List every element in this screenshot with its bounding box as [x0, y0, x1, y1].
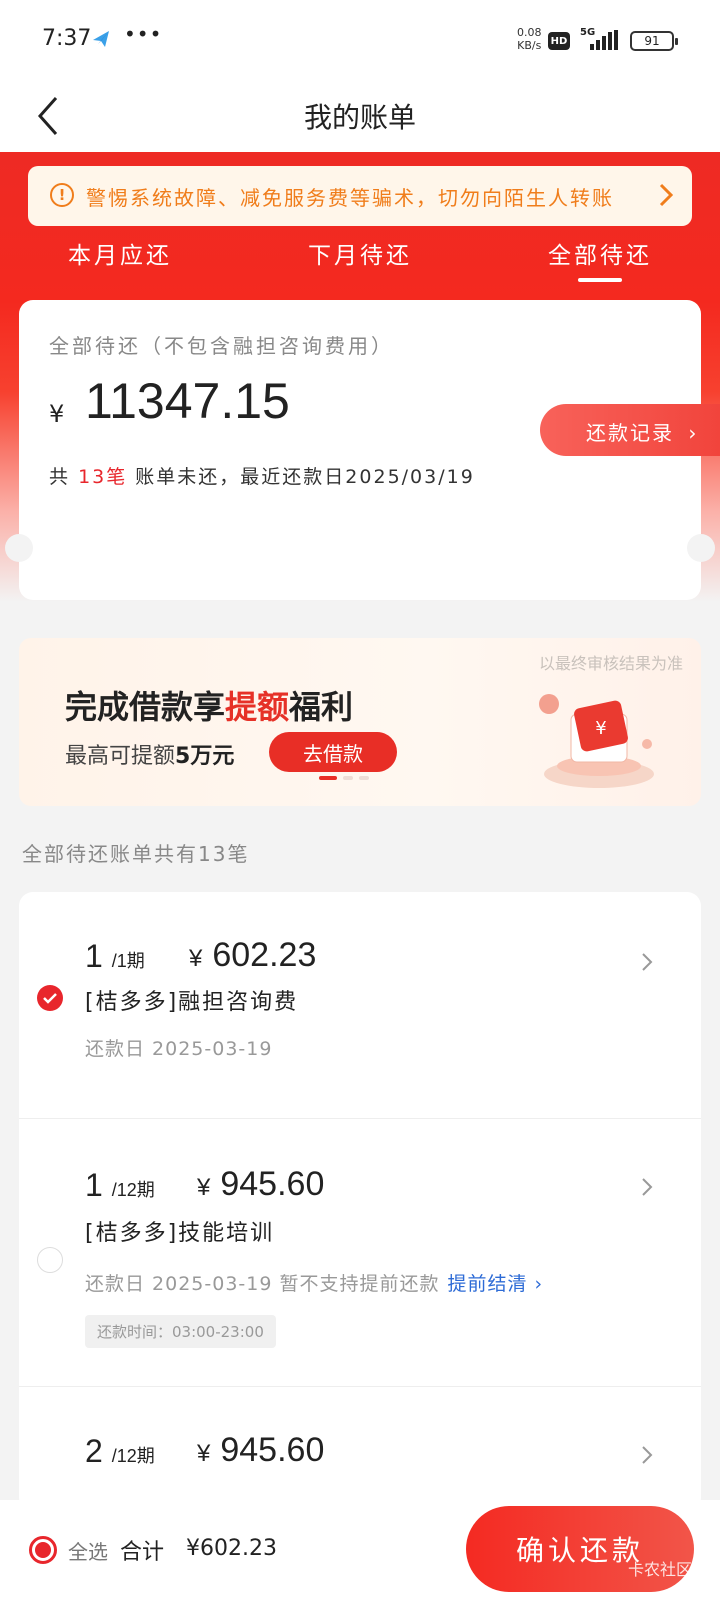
nav-bar: 我的账单 — [0, 82, 720, 152]
chevron-right-icon: › — [688, 421, 699, 445]
tab-this-month[interactable]: 本月应还 — [0, 222, 240, 284]
fraud-warning-text: 警惕系统故障、减免服务费等骗术，切勿向陌生人转账 — [86, 186, 614, 210]
svg-text:¥: ¥ — [595, 718, 606, 739]
card-notch-right — [687, 534, 715, 562]
tab-all-pending[interactable]: 全部待还 — [480, 222, 720, 284]
checkmark-icon — [43, 993, 57, 1004]
page-title: 我的账单 — [303, 101, 416, 134]
tab-next-month[interactable]: 下月待还 — [240, 222, 480, 284]
banner-headline: 完成借款享提额福利 — [65, 688, 354, 726]
repayment-time-tag: 还款时间：03:00-23:00 — [85, 1315, 276, 1348]
more-notifications-icon: ••• — [124, 22, 163, 46]
chevron-right-icon — [642, 1178, 653, 1196]
battery-icon: 91 — [630, 31, 678, 51]
bill-list: 1 /1期 ¥602.23 [桔多多]融担咨询费 还款日 2025-03-19 … — [19, 892, 701, 1512]
warning-icon: ! — [50, 183, 74, 207]
card-notch-left — [5, 534, 33, 562]
chevron-right-icon — [642, 1446, 653, 1464]
fraud-warning-banner[interactable]: ! 警惕系统故障、减免服务费等骗术，切勿向陌生人转账 — [28, 166, 692, 226]
total-pending-amount: 11347.15 — [85, 373, 290, 429]
bill-count: 13笔 — [78, 466, 128, 488]
bill-name: [桔多多]融担咨询费 — [85, 990, 299, 1015]
status-bar: 7:37 ••• 0.08 KB/s HD 5G 91 — [0, 0, 720, 82]
app-notification-icon — [93, 31, 109, 47]
bottom-action-bar: 全选 合计 ¥602.23 确认还款 — [0, 1500, 720, 1600]
network-speed: 0.08 KB/s — [517, 26, 542, 52]
select-all-radio[interactable] — [29, 1536, 57, 1564]
installment-amount: ¥602.23 — [189, 936, 317, 974]
installment-period: 1 /12期 — [85, 1167, 155, 1203]
clock: 7:37 — [42, 26, 92, 51]
summary-subtitle: 全部待还（不包含融担咨询费用） — [49, 334, 394, 358]
currency-symbol: ¥ — [49, 400, 65, 428]
banner-disclaimer: 以最终审核结果为准 — [538, 654, 683, 673]
item-checkbox-checked[interactable] — [37, 985, 63, 1011]
item-checkbox[interactable] — [37, 1247, 63, 1273]
gift-envelope-illustration: ¥ — [539, 694, 654, 788]
early-settlement-link[interactable]: 提前结清 › — [448, 1273, 544, 1295]
due-date: 还款日 2025-03-19 暂不支持提前还款 提前结清 › — [85, 1273, 544, 1295]
hd-badge: HD — [548, 32, 570, 50]
bill-name: [桔多多]技能培训 — [85, 1221, 275, 1246]
installment-amount: ¥945.60 — [197, 1431, 325, 1469]
summary-description: 共 13笔 账单未还，最近还款日2025/03/19 — [49, 466, 475, 488]
list-item[interactable]: 1 /12期 ¥945.60 [桔多多]技能培训 还款日 2025-03-19 … — [19, 1118, 701, 1386]
total-amount: ¥602.23 — [186, 1536, 277, 1561]
chevron-right-icon — [659, 183, 674, 207]
repayment-records-button[interactable]: 还款记录 › — [540, 404, 720, 456]
installment-period: 2 /12期 — [85, 1433, 155, 1469]
loan-promo-banner[interactable]: 以最终审核结果为准 完成借款享提额福利 最高可提额5万元 去借款 ¥ — [19, 638, 701, 806]
total-label: 合计 — [120, 1540, 165, 1565]
banner-subline: 最高可提额5万元 — [65, 744, 235, 769]
list-item[interactable]: 1 /1期 ¥602.23 [桔多多]融担咨询费 还款日 2025-03-19 — [19, 892, 701, 1118]
signal-icon — [590, 30, 618, 50]
select-all-label[interactable]: 全选 — [68, 1536, 108, 1565]
installment-amount: ¥945.60 — [197, 1165, 325, 1203]
repayment-records-label: 还款记录 — [586, 421, 674, 445]
list-item[interactable]: 2 /12期 ¥945.60 — [19, 1386, 701, 1512]
borrow-button[interactable]: 去借款 — [269, 732, 397, 772]
bill-tabs: 本月应还 下月待还 全部待还 — [0, 222, 720, 284]
chevron-right-icon — [642, 953, 653, 971]
due-date: 还款日 2025-03-19 — [85, 1038, 273, 1060]
watermark-text: 卡农社区 — [628, 1560, 693, 1579]
carousel-indicator — [319, 776, 369, 780]
installment-period: 1 /1期 — [85, 938, 145, 974]
bill-list-label: 全部待还账单共有13笔 — [22, 842, 250, 866]
